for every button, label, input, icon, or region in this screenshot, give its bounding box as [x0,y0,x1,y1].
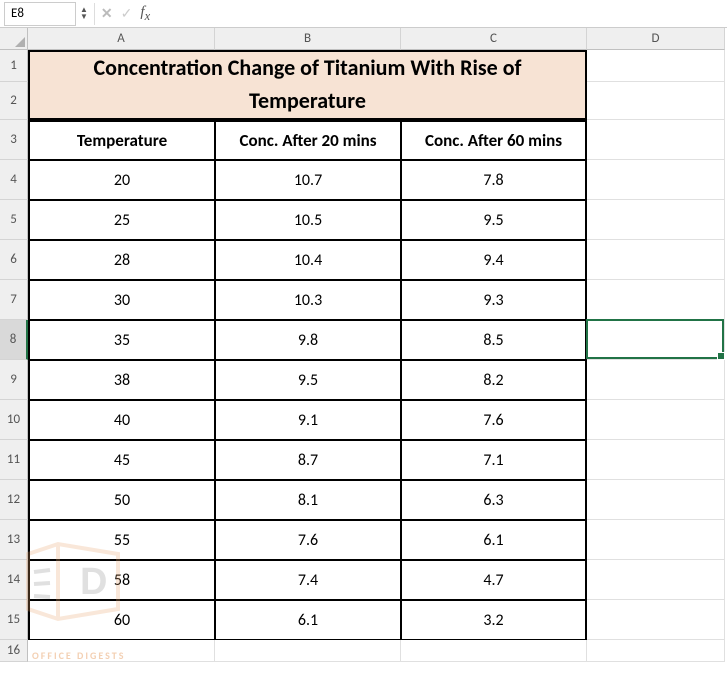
empty-cell[interactable] [28,640,215,662]
row-header-6[interactable]: 6 [0,240,28,280]
column-header-cell[interactable]: Temperature [28,120,215,160]
data-cell[interactable]: 35 [28,320,215,360]
column-header-cell[interactable]: Conc. After 20 mins [215,120,401,160]
data-cell[interactable]: 10.5 [215,200,401,240]
data-cell[interactable]: 9.1 [215,400,401,440]
data-cell[interactable]: 8.7 [215,440,401,480]
formula-bar-container: E8 ▲ ▼ ✕ ✓ fx [0,0,727,28]
data-cell[interactable]: 6.3 [401,480,587,520]
data-cell[interactable]: 28 [28,240,215,280]
row-header-11[interactable]: 11 [0,440,28,480]
empty-cell[interactable] [587,160,725,200]
column-header-a[interactable]: A [28,28,215,50]
row-header-3[interactable]: 3 [0,120,28,160]
empty-cell[interactable] [587,480,725,520]
empty-cell[interactable] [401,640,587,662]
formula-input[interactable] [156,3,727,25]
data-cell[interactable]: 9.8 [215,320,401,360]
row-header-15[interactable]: 15 [0,600,28,640]
arrow-down-icon: ▼ [80,14,88,21]
row-header-13[interactable]: 13 [0,520,28,560]
data-cell[interactable]: 4.7 [401,560,587,600]
data-cell[interactable]: 25 [28,200,215,240]
data-cell[interactable]: 7.1 [401,440,587,480]
row-header-4[interactable]: 4 [0,160,28,200]
row-header-10[interactable]: 10 [0,400,28,440]
data-cell[interactable]: 30 [28,280,215,320]
row-header-16[interactable]: 16 [0,640,28,662]
empty-cell[interactable] [587,120,725,160]
column-header-b[interactable]: B [215,28,401,50]
empty-cell[interactable] [587,600,725,640]
row-header-14[interactable]: 14 [0,560,28,600]
empty-cell[interactable] [587,280,725,320]
spreadsheet-grid[interactable]: ABCD 1Concentration Change of Titanium Wi… [0,28,727,662]
data-cell[interactable]: 9.3 [401,280,587,320]
empty-cell[interactable] [587,440,725,480]
fx-icon[interactable]: fx [140,4,150,24]
name-box-value: E8 [11,6,24,21]
table-title[interactable]: Temperature [28,82,587,120]
data-cell[interactable]: 8.1 [215,480,401,520]
empty-cell[interactable] [215,640,401,662]
empty-cell[interactable] [587,560,725,600]
empty-cell[interactable] [587,240,725,280]
row-header-1[interactable]: 1 [0,50,28,82]
data-cell[interactable]: 7.8 [401,160,587,200]
empty-cell[interactable] [587,360,725,400]
data-cell[interactable]: 20 [28,160,215,200]
data-cell[interactable]: 9.5 [215,360,401,400]
data-cell[interactable]: 38 [28,360,215,400]
data-cell[interactable]: 8.2 [401,360,587,400]
column-header-cell[interactable]: Conc. After 60 mins [401,120,587,160]
select-all-corner[interactable] [0,28,28,50]
row-header-12[interactable]: 12 [0,480,28,520]
empty-cell[interactable] [587,520,725,560]
data-cell[interactable]: 7.4 [215,560,401,600]
empty-cell[interactable] [587,320,725,360]
data-cell[interactable]: 7.6 [215,520,401,560]
name-box[interactable]: E8 [4,2,76,26]
data-cell[interactable]: 10.4 [215,240,401,280]
row-header-5[interactable]: 5 [0,200,28,240]
data-cell[interactable]: 7.6 [401,400,587,440]
data-cell[interactable]: 10.7 [215,160,401,200]
data-cell[interactable]: 58 [28,560,215,600]
row-header-7[interactable]: 7 [0,280,28,320]
data-cell[interactable]: 60 [28,600,215,640]
column-header-d[interactable]: D [587,28,725,50]
empty-cell[interactable] [587,50,725,82]
data-cell[interactable]: 8.5 [401,320,587,360]
empty-cell[interactable] [587,640,725,662]
empty-cell[interactable] [587,400,725,440]
data-cell[interactable]: 10.3 [215,280,401,320]
data-cell[interactable]: 9.5 [401,200,587,240]
column-header-c[interactable]: C [401,28,587,50]
data-cell[interactable]: 55 [28,520,215,560]
enter-icon[interactable]: ✓ [121,5,133,22]
data-cell[interactable]: 9.4 [401,240,587,280]
data-cell[interactable]: 50 [28,480,215,520]
row-header-9[interactable]: 9 [0,360,28,400]
row-header-8[interactable]: 8 [0,320,28,360]
data-cell[interactable]: 3.2 [401,600,587,640]
name-box-dropdown[interactable]: ▲ ▼ [80,7,88,21]
table-title[interactable]: Concentration Change of Titanium With Ri… [28,50,587,82]
data-cell[interactable]: 6.1 [401,520,587,560]
cancel-icon[interactable]: ✕ [101,5,113,22]
row-header-2[interactable]: 2 [0,82,28,120]
formula-bar-buttons: ✕ ✓ fx [95,4,156,24]
empty-cell[interactable] [587,200,725,240]
data-cell[interactable]: 6.1 [215,600,401,640]
data-cell[interactable]: 40 [28,400,215,440]
empty-cell[interactable] [587,82,725,120]
data-cell[interactable]: 45 [28,440,215,480]
